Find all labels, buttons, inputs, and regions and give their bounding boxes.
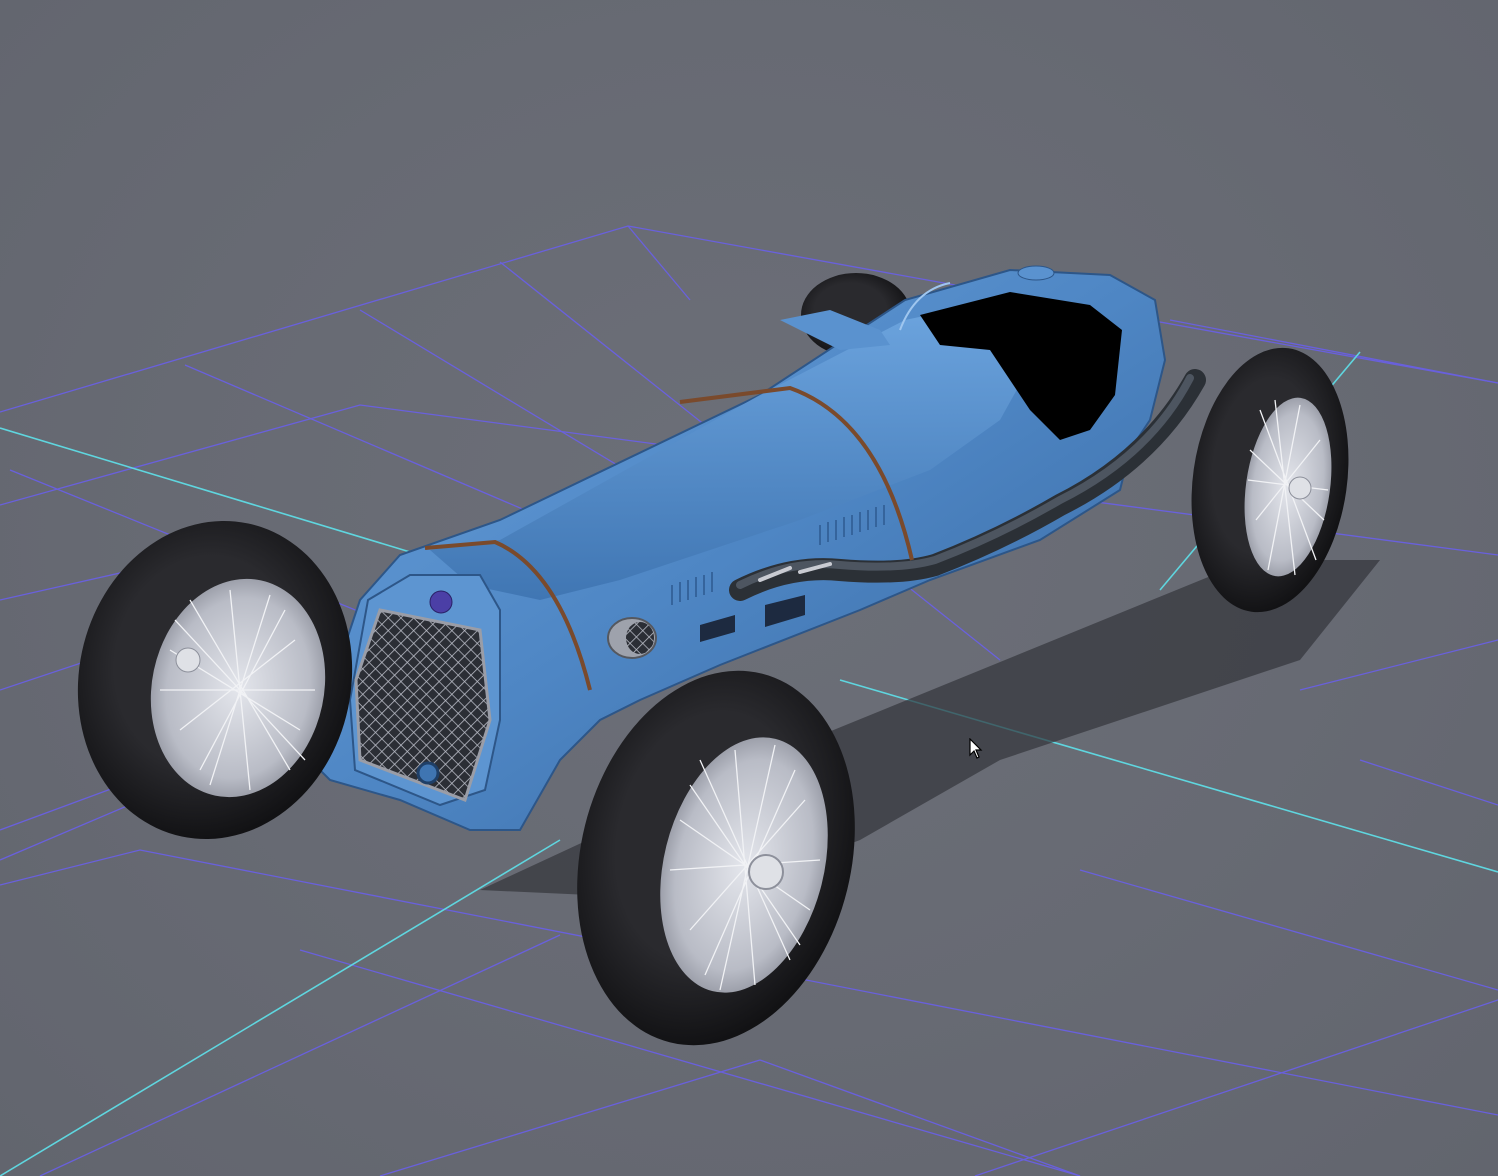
fuel-cap	[1017, 265, 1055, 281]
radiator-badge	[429, 590, 453, 614]
arrow-pointer-icon	[969, 738, 983, 759]
scene-canvas[interactable]	[0, 0, 1498, 1176]
front-left-wheel	[77, 520, 353, 840]
3d-viewport[interactable]	[0, 0, 1498, 1176]
